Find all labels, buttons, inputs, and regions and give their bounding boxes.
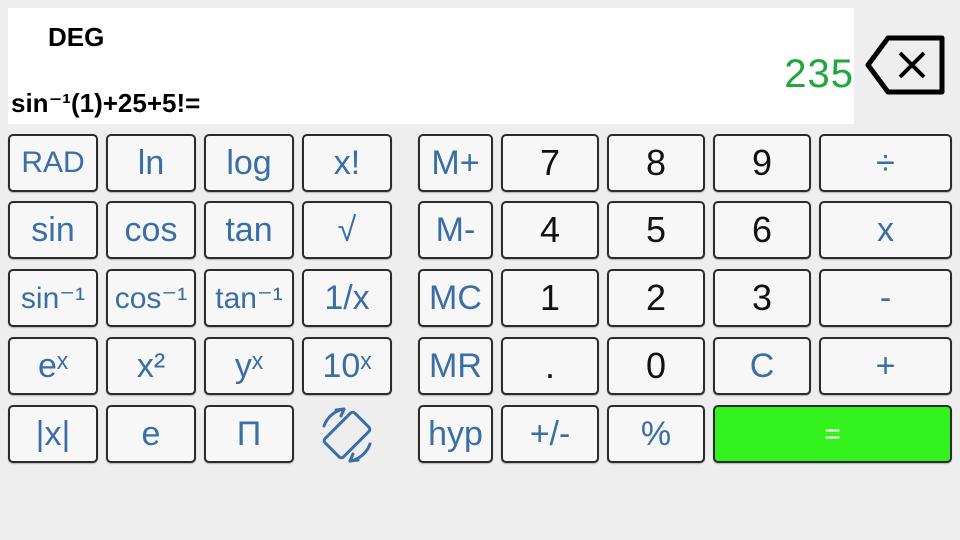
- acos-button[interactable]: cos⁻¹: [106, 269, 196, 327]
- digit-8-button[interactable]: 8: [607, 134, 705, 192]
- backspace-button[interactable]: [864, 33, 948, 97]
- digit-6-button[interactable]: 6: [713, 201, 811, 259]
- multiply-button[interactable]: x: [819, 201, 952, 259]
- pi-button[interactable]: Π: [204, 405, 294, 463]
- memory-clear-button[interactable]: MC: [418, 269, 493, 327]
- e-button[interactable]: e: [106, 405, 196, 463]
- digit-9-button[interactable]: 9: [713, 134, 811, 192]
- abs-button[interactable]: |x|: [8, 405, 98, 463]
- angle-mode-indicator: DEG: [48, 22, 105, 52]
- memory-subtract-button[interactable]: M-: [418, 201, 493, 259]
- backspace-icon: [865, 35, 945, 95]
- pow10-button[interactable]: 10ˣ: [302, 337, 392, 395]
- sin-button[interactable]: sin: [8, 201, 98, 259]
- power-button[interactable]: yˣ: [204, 337, 294, 395]
- reciprocal-button[interactable]: 1/x: [302, 269, 392, 327]
- rad-button[interactable]: RAD: [8, 134, 98, 192]
- equals-button[interactable]: =: [713, 405, 952, 463]
- log-button[interactable]: log: [204, 134, 294, 192]
- atan-button[interactable]: tan⁻¹: [204, 269, 294, 327]
- rotate-screen-button[interactable]: [314, 404, 380, 466]
- digit-4-button[interactable]: 4: [501, 201, 599, 259]
- expression-text: sin⁻¹(1)+25+5!=: [11, 88, 201, 118]
- digit-0-button[interactable]: 0: [607, 337, 705, 395]
- digit-1-button[interactable]: 1: [501, 269, 599, 327]
- square-button[interactable]: x²: [106, 337, 196, 395]
- clear-button[interactable]: C: [713, 337, 811, 395]
- exp-button[interactable]: eˣ: [8, 337, 98, 395]
- cos-button[interactable]: cos: [106, 201, 196, 259]
- digit-2-button[interactable]: 2: [607, 269, 705, 327]
- memory-add-button[interactable]: M+: [418, 134, 493, 192]
- percent-button[interactable]: %: [607, 405, 705, 463]
- sqrt-button[interactable]: √: [302, 201, 392, 259]
- ln-button[interactable]: ln: [106, 134, 196, 192]
- display-panel: DEG 235 sin⁻¹(1)+25+5!=: [8, 8, 854, 124]
- subtract-button[interactable]: -: [819, 269, 952, 327]
- hyp-button[interactable]: hyp: [418, 405, 493, 463]
- add-button[interactable]: +: [819, 337, 952, 395]
- factorial-button[interactable]: x!: [302, 134, 392, 192]
- digit-7-button[interactable]: 7: [501, 134, 599, 192]
- divide-button[interactable]: ÷: [819, 134, 952, 192]
- asin-button[interactable]: sin⁻¹: [8, 269, 98, 327]
- digit-3-button[interactable]: 3: [713, 269, 811, 327]
- tan-button[interactable]: tan: [204, 201, 294, 259]
- memory-recall-button[interactable]: MR: [418, 337, 493, 395]
- digit-5-button[interactable]: 5: [607, 201, 705, 259]
- decimal-button[interactable]: .: [501, 337, 599, 395]
- screen-rotation-icon: [322, 407, 372, 463]
- sign-toggle-button[interactable]: +/-: [501, 405, 599, 463]
- result-value: 235: [784, 52, 854, 96]
